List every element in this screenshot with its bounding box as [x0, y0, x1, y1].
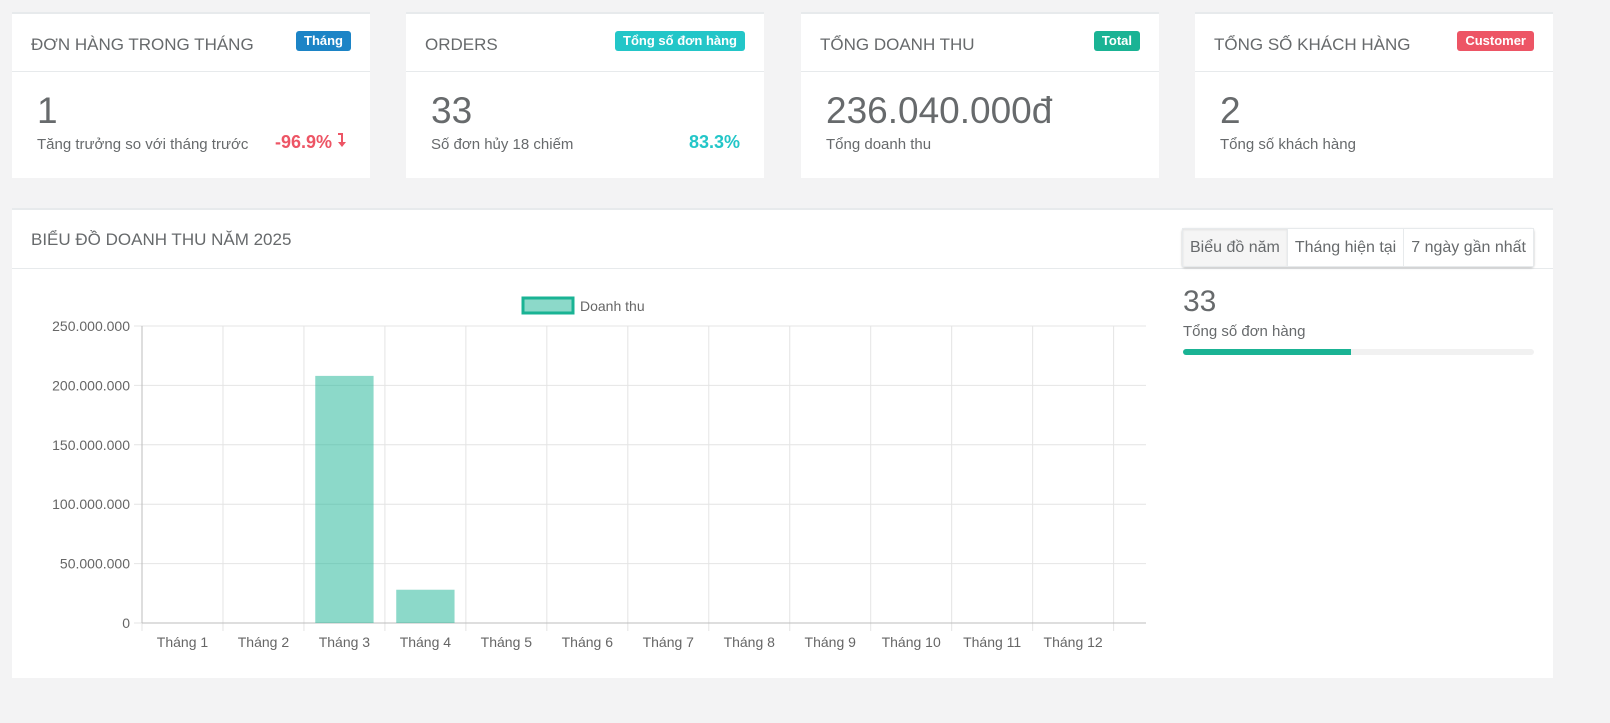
chart-panel-header: BIỂU ĐỒ DOANH THU NĂM 2025 Biểu đồ năm T…	[12, 210, 1553, 269]
y-tick-label: 100.000.000	[52, 496, 130, 512]
total-badge: Total	[1093, 31, 1140, 51]
stats-label: Tổng số đơn hàng	[1183, 323, 1306, 340]
card-subtext: Tổng doanh thu	[826, 136, 932, 153]
card-value: 33	[431, 90, 473, 131]
card-header: ĐƠN HÀNG TRONG THÁNG Tháng	[12, 14, 370, 72]
kpi-card-customers: TỔNG SỐ KHÁCH HÀNG Customer 2 Tổng số kh…	[1195, 12, 1553, 178]
card-value: 236.040.000đ	[826, 90, 1053, 131]
x-tick-label: Tháng 2	[238, 634, 290, 650]
stats-value: 33	[1183, 285, 1217, 318]
orders-progress-fill	[1183, 349, 1352, 355]
last-7-days-button[interactable]: 7 ngày gần nhất	[1404, 228, 1534, 267]
bar	[315, 375, 374, 623]
card-body: 236.040.000đ Tổng doanh thu	[801, 72, 1159, 180]
current-month-button[interactable]: Tháng hiện tại	[1287, 228, 1405, 267]
x-tick-label: Tháng 9	[805, 634, 857, 650]
kpi-card-orders: ORDERS Tổng số đơn hàng 33 Số đơn hủy 18…	[406, 12, 764, 178]
kpi-card-revenue: TỔNG DOANH THU Total 236.040.000đ Tổng d…	[801, 12, 1159, 178]
x-tick-label: Tháng 5	[481, 634, 533, 650]
card-body: 1 Tăng trưởng so với tháng trước -96.9%	[12, 72, 370, 180]
chart-range-toggle: Biểu đồ năm Tháng hiện tại 7 ngày gần nh…	[1181, 228, 1534, 267]
y-tick-label: 0	[122, 615, 130, 631]
growth-value: -96.9%	[275, 132, 346, 153]
x-tick-label: Tháng 1	[157, 634, 209, 650]
card-value: 1	[37, 90, 58, 131]
card-body: 2 Tổng số khách hàng	[1195, 72, 1553, 180]
revenue-bar-chart: 0 50.000.000 100.000.000 150.000.000 200.000…	[52, 296, 1146, 650]
y-tick-label: 50.000.000	[60, 556, 130, 572]
orders-stats: 33 Tổng số đơn hàng	[1183, 285, 1534, 355]
card-subtext: Tăng trưởng so với tháng trước	[37, 136, 249, 153]
orders-progress-track	[1183, 349, 1534, 355]
kpi-card-orders-month: ĐƠN HÀNG TRONG THÁNG Tháng 1 Tăng trưởng…	[12, 12, 370, 178]
card-header: TỔNG SỐ KHÁCH HÀNG Customer	[1195, 14, 1553, 72]
x-tick-label: Tháng 7	[643, 634, 695, 650]
legend-label: Doanh thu	[580, 298, 645, 314]
x-tick-label: Tháng 6	[562, 634, 614, 650]
arrow-down-icon	[336, 132, 346, 153]
card-value: 2	[1220, 90, 1241, 131]
card-title: TỔNG DOANH THU	[820, 35, 975, 54]
cancel-rate-value: 83.3%	[688, 132, 740, 152]
bar	[396, 589, 455, 623]
y-tick-label: 150.000.000	[52, 437, 130, 453]
x-tick-label: Tháng 11	[963, 634, 1021, 650]
growth-percent: -96.9%	[274, 132, 332, 152]
y-tick-label: 200.000.000	[52, 377, 130, 393]
x-tick-label: Tháng 12	[1044, 634, 1103, 650]
card-header: ORDERS Tổng số đơn hàng	[406, 14, 764, 72]
x-tick-label: Tháng 3	[319, 634, 371, 650]
x-tick-label: Tháng 8	[724, 634, 776, 650]
customer-badge: Customer	[1457, 31, 1534, 51]
card-subtext: Tổng số khách hàng	[1220, 136, 1356, 153]
period-badge: Tháng	[296, 31, 351, 51]
card-title: ORDERS	[425, 35, 498, 54]
card-header: TỔNG DOANH THU Total	[801, 14, 1159, 72]
card-subtext: Số đơn hủy 18 chiếm	[431, 136, 574, 153]
x-tick-label: Tháng 10	[882, 634, 941, 650]
x-tick-label: Tháng 4	[400, 634, 452, 650]
total-orders-badge: Tổng số đơn hàng	[615, 31, 745, 51]
year-chart-button[interactable]: Biểu đồ năm	[1181, 228, 1288, 267]
revenue-chart-panel: BIỂU ĐỒ DOANH THU NĂM 2025 Biểu đồ năm T…	[12, 208, 1553, 678]
chart-panel-title: BIỂU ĐỒ DOANH THU NĂM 2025	[31, 230, 292, 249]
card-title: TỔNG SỐ KHÁCH HÀNG	[1214, 35, 1411, 54]
card-body: 33 Số đơn hủy 18 chiếm 83.3%	[406, 72, 764, 180]
legend-swatch	[521, 296, 575, 315]
card-title: ĐƠN HÀNG TRONG THÁNG	[31, 35, 254, 54]
y-tick-label: 250.000.000	[52, 318, 130, 334]
